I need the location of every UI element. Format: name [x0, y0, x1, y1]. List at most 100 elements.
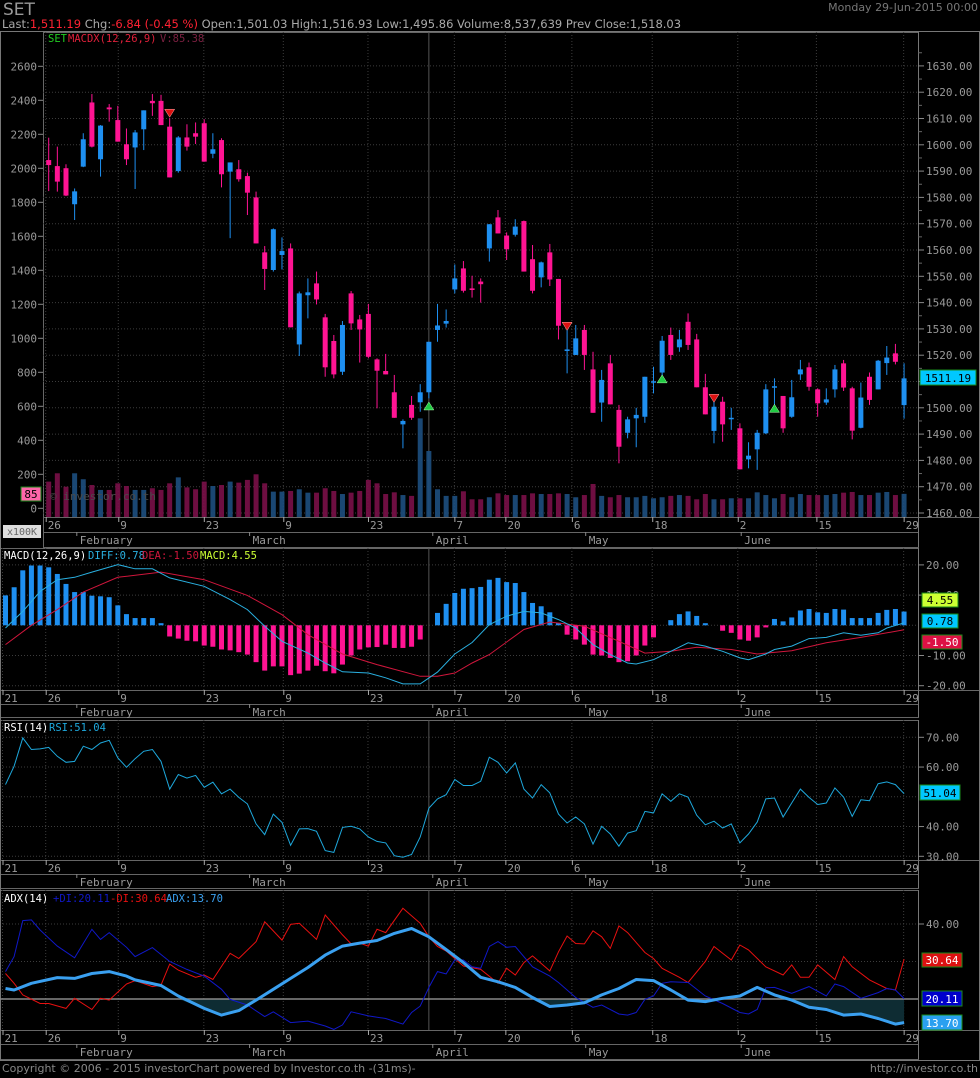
adx-date-label: 9	[120, 1032, 127, 1045]
macd-month-label: February	[80, 706, 133, 719]
adx-month-label: February	[80, 1046, 133, 1059]
candle-down	[348, 293, 354, 324]
price-axis-label: 1530.00	[926, 323, 972, 336]
volume-bar	[391, 492, 397, 517]
candle-up	[435, 325, 440, 330]
candle-down	[581, 329, 587, 355]
candle-down	[89, 102, 95, 147]
sell-signal-icon	[164, 108, 176, 118]
volume-bar	[841, 492, 847, 517]
candle-down	[365, 313, 371, 357]
rsi-date-label: 9	[120, 862, 127, 875]
macd-hist-bar-negative	[167, 625, 173, 637]
macd-hist-bar-positive	[512, 583, 518, 626]
macd-hist-bar-negative	[279, 625, 285, 667]
rsi-value-label: RSI:51.04	[49, 722, 106, 734]
macd-hist-bar-negative	[201, 625, 207, 646]
volume-bar	[244, 479, 250, 517]
candle-down	[720, 401, 726, 425]
diff-badge-text: 0.78	[927, 615, 954, 628]
volume-bar	[771, 498, 777, 517]
candle-up	[771, 386, 777, 388]
adx-date-label: 6	[574, 1032, 581, 1045]
candle-up	[132, 132, 138, 148]
volume-bar	[348, 492, 354, 517]
candle-up	[884, 357, 890, 364]
main-date-label: 29	[906, 519, 919, 532]
rsi-date-label: 7	[456, 862, 463, 875]
volume-bar	[469, 499, 475, 517]
macd-hist-bar-positive	[3, 595, 8, 626]
main-date-label: 9	[120, 519, 127, 532]
candle-down	[123, 144, 129, 160]
volume-bar	[460, 491, 466, 517]
adx-date-label: 2	[740, 1032, 747, 1045]
macd-hist-bar-positive	[685, 611, 691, 626]
rsi-date-label: 26	[48, 862, 61, 875]
volume-bar	[262, 483, 268, 517]
volume-bar	[314, 492, 320, 517]
macd-month-label: April	[436, 706, 469, 719]
volume-bar	[651, 498, 656, 517]
candle-up	[426, 341, 432, 393]
candle-down	[469, 288, 475, 290]
candle-down	[806, 367, 812, 387]
macd-date-label: 26	[48, 692, 61, 705]
macd-date-label: 23	[206, 692, 219, 705]
rsi-month-label: April	[436, 876, 469, 889]
price-axis-label: 1550.00	[926, 270, 972, 283]
candle-up	[754, 432, 760, 450]
macd-hist-bar-positive	[884, 609, 890, 626]
volume-badge: 85	[20, 486, 42, 502]
adx-date-label: 15	[818, 1032, 831, 1045]
adx-date-label: 7	[456, 1032, 463, 1045]
macd-hist-bar-positive	[98, 596, 104, 626]
candle-up	[98, 125, 104, 160]
volume-bar	[720, 499, 726, 517]
macd-hist-bar-positive	[892, 608, 898, 626]
candle-up	[642, 376, 648, 417]
price-axis-label: 1630.00	[926, 60, 972, 73]
volume-badge-text: 85	[24, 488, 37, 501]
candle-up	[210, 149, 216, 154]
price-axis-label: 1460.00	[926, 507, 972, 520]
volume-bar	[702, 494, 708, 517]
candle-up	[227, 162, 233, 172]
copyright: Copyright © 2006 - 2015 investorChart po…	[2, 1062, 416, 1075]
adx-month-label: March	[253, 1046, 286, 1059]
macd-date-label: 7	[456, 692, 463, 705]
adx-line	[5, 927, 905, 1026]
volume-bar	[443, 495, 449, 517]
candle-up	[728, 417, 734, 420]
candle-down	[322, 317, 328, 368]
macd-hist-bar-negative	[737, 625, 743, 640]
watermark: © investor.co.th	[50, 490, 156, 503]
candle-down	[815, 389, 821, 404]
macd-hist-bar-negative	[339, 625, 345, 665]
candle-up	[538, 262, 544, 278]
volume-bar	[858, 495, 864, 517]
main-date-label: 9	[285, 519, 292, 532]
volume-bar	[236, 482, 242, 517]
macd-hist-bar-negative	[357, 625, 363, 650]
candle-up	[305, 292, 311, 296]
stock-chart[interactable]: 26 9 23 9 23 7 20 6 18 2 15 29February March April May…	[0, 0, 980, 1078]
candle-down	[460, 268, 466, 291]
rsi-axis-label: 70.00	[926, 731, 959, 744]
volume-bar	[547, 494, 553, 517]
adx-month-label: April	[436, 1046, 469, 1059]
adx-month-label: May	[589, 1046, 609, 1059]
adx-date-label: 23	[370, 1032, 383, 1045]
chart-outer-border	[0, 31, 980, 1061]
macd-hist-bar-positive	[694, 615, 700, 626]
volume-bar	[158, 489, 164, 517]
sell-signal-icon	[708, 394, 720, 403]
macd-hist-bar-negative	[288, 625, 294, 676]
site-link[interactable]: http://investor.co.th	[870, 1062, 978, 1075]
main-date-label: 7	[456, 519, 463, 532]
volume-bar	[616, 495, 622, 517]
macd-date-label: 20	[507, 692, 520, 705]
volume-axis-label: 800	[17, 366, 37, 379]
macd-hist-bar-negative	[314, 625, 320, 666]
volume-bar	[599, 495, 605, 517]
